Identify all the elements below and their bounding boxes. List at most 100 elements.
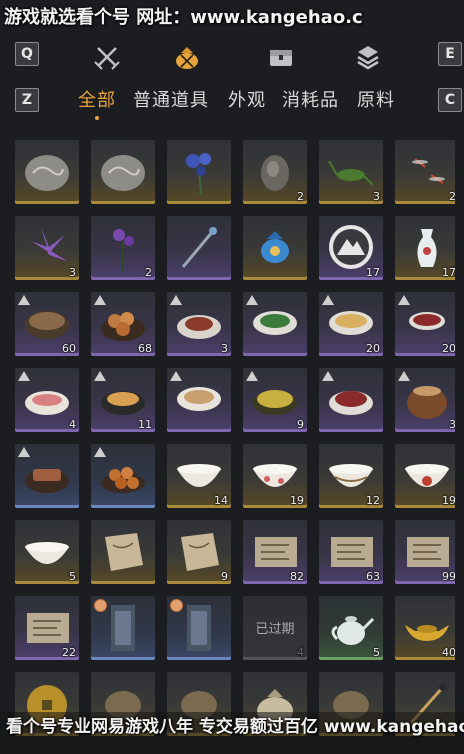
food-grade-badge-icon: [94, 371, 106, 381]
scroll-icon: [105, 533, 143, 571]
item-quantity: 9: [297, 418, 304, 431]
inventory-slot[interactable]: 3: [15, 216, 79, 280]
item-quantity: 9: [221, 570, 228, 583]
purple-flower-icon: [31, 227, 67, 261]
inventory-slot[interactable]: [167, 368, 231, 432]
food-grade-badge-icon: [398, 295, 410, 305]
inventory-slot[interactable]: 11: [91, 368, 155, 432]
inventory-slot[interactable]: 已过期 4: [243, 596, 307, 660]
item-quantity: 17: [442, 266, 455, 279]
tab-items[interactable]: [172, 44, 202, 70]
inventory-slot[interactable]: 9: [243, 368, 307, 432]
inventory-slot[interactable]: 19: [395, 444, 455, 508]
timer-clock-icon: [170, 599, 183, 612]
inventory-slot[interactable]: [91, 444, 155, 508]
inventory-slot[interactable]: 2: [395, 140, 455, 204]
item-quantity: 12: [366, 494, 380, 507]
inventory-slot[interactable]: [243, 292, 307, 356]
stone-fossil-icon: [25, 155, 69, 191]
tab-storage[interactable]: [266, 44, 296, 70]
inventory-slot[interactable]: 3: [395, 368, 455, 432]
blue-pouch-icon: [261, 231, 289, 263]
food-grade-badge-icon: [18, 295, 30, 305]
food-grade-badge-icon: [18, 371, 30, 381]
prev-subtab-key[interactable]: Z: [15, 88, 39, 112]
dragonflies-icon: [412, 158, 445, 184]
category-tab-bar: Q E: [0, 36, 464, 74]
inventory-slot[interactable]: 20: [395, 292, 455, 356]
item-quantity: 2: [145, 266, 152, 279]
inventory-slot[interactable]: 60: [15, 292, 79, 356]
item-quantity: 3: [449, 418, 455, 431]
prev-category-key[interactable]: Q: [15, 42, 39, 66]
watermark-banner-top: 游戏就选看个号 网址：www.kangehao.c: [4, 7, 363, 28]
timer-clock-icon: [94, 599, 107, 612]
inventory-slot[interactable]: 14: [167, 444, 231, 508]
inventory-slot[interactable]: 4: [15, 368, 79, 432]
inventory-slot[interactable]: 17: [395, 216, 455, 280]
inventory-slot[interactable]: 9: [167, 520, 231, 584]
inventory-slot[interactable]: [319, 368, 383, 432]
inventory-slot[interactable]: [243, 216, 307, 280]
tab-equipment[interactable]: [92, 44, 122, 70]
item-quantity: 68: [138, 342, 152, 355]
food-grade-badge-icon: [94, 295, 106, 305]
food-grade-badge-icon: [398, 371, 410, 381]
ore-rock-icon: [261, 155, 289, 191]
inventory-slot[interactable]: 3: [167, 292, 231, 356]
next-category-key[interactable]: E: [438, 42, 462, 66]
inventory-slot[interactable]: 5: [15, 520, 79, 584]
item-quantity: 2: [297, 190, 304, 203]
inventory-slot[interactable]: 68: [91, 292, 155, 356]
item-quantity: 17: [366, 266, 380, 279]
inventory-slot[interactable]: [167, 140, 231, 204]
treasure-chest-icon: [270, 50, 292, 66]
item-quantity: 40: [442, 646, 455, 659]
inventory-slot[interactable]: 2: [243, 140, 307, 204]
item-quantity: 99: [442, 570, 455, 583]
coin-pouch-icon: [176, 47, 198, 69]
stone-fossil-icon: [101, 155, 145, 191]
item-quantity: 63: [366, 570, 380, 583]
inventory-slot[interactable]: 63: [319, 520, 383, 584]
blue-flower-icon: [186, 153, 211, 196]
inventory-slot[interactable]: 20: [319, 292, 383, 356]
subtab-general[interactable]: 普通道具: [133, 86, 209, 112]
inventory-slot[interactable]: 82: [243, 520, 307, 584]
inventory-slot[interactable]: [15, 444, 79, 508]
item-quantity: 11: [138, 418, 152, 431]
subtab-materials[interactable]: 原料: [357, 86, 395, 112]
subcategory-tab-bar: Z 全部 普通道具 外观 消耗品 原料 C: [0, 80, 464, 122]
inventory-slot[interactable]: [91, 520, 155, 584]
subtab-appearance[interactable]: 外观: [228, 86, 266, 112]
scroll-icon: [181, 533, 219, 571]
item-quantity: 19: [442, 494, 455, 507]
inventory-slot[interactable]: [91, 140, 155, 204]
item-quantity: 4: [69, 418, 76, 431]
inventory-slot[interactable]: 3: [319, 140, 383, 204]
inventory-slot[interactable]: 22: [15, 596, 79, 660]
inventory-slot[interactable]: [91, 596, 155, 660]
subtab-all[interactable]: 全部: [78, 86, 116, 120]
item-quantity: 60: [62, 342, 76, 355]
inventory-slot[interactable]: [167, 216, 231, 280]
inventory-slot[interactable]: 12: [319, 444, 383, 508]
item-quantity: 5: [373, 646, 380, 659]
inventory-slot[interactable]: 19: [243, 444, 307, 508]
tab-materials[interactable]: [353, 44, 383, 70]
inventory-slot[interactable]: [15, 140, 79, 204]
inventory-slot[interactable]: 17: [319, 216, 383, 280]
food-grade-badge-icon: [246, 295, 258, 305]
inventory-slot[interactable]: 2: [91, 216, 155, 280]
inventory-slot[interactable]: 40: [395, 596, 455, 660]
item-quantity: 19: [290, 494, 304, 507]
item-quantity: 3: [69, 266, 76, 279]
subtab-consumables[interactable]: 消耗品: [282, 86, 339, 112]
layers-icon: [357, 46, 379, 70]
inventory-slot[interactable]: 99: [395, 520, 455, 584]
inventory-slot[interactable]: 5: [319, 596, 383, 660]
inventory-slot[interactable]: [167, 596, 231, 660]
next-subtab-key[interactable]: C: [438, 88, 462, 112]
item-quantity: 3: [373, 190, 380, 203]
item-quantity: 2: [449, 190, 455, 203]
